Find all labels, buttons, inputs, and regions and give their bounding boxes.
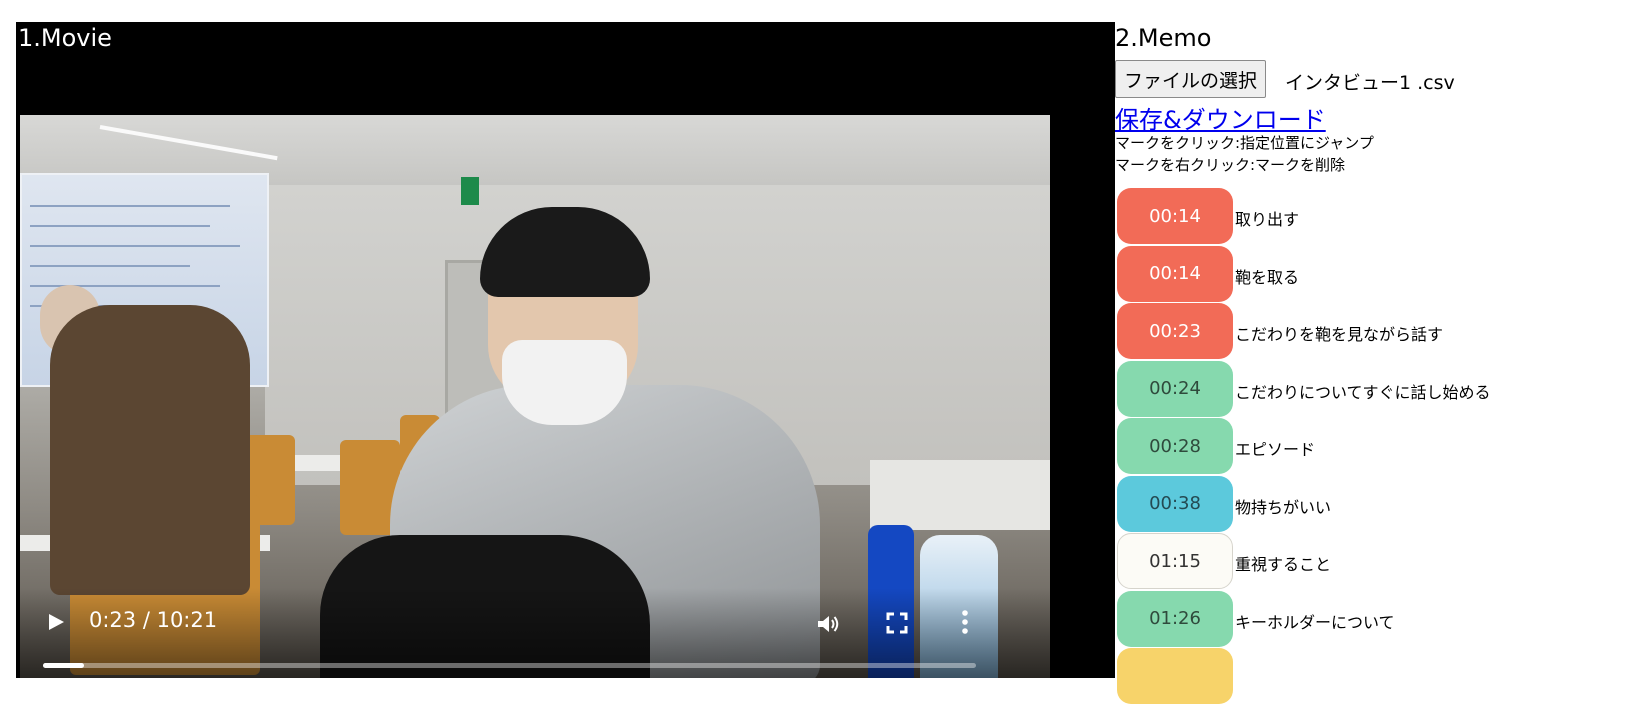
memo-panel: 2.Memo ファイルの選択 インタビュー1 .csv 保存&ダウンロード マー… <box>1115 22 1615 704</box>
fullscreen-icon[interactable] <box>886 612 908 634</box>
mark-row: 00:14 取り出す <box>1117 188 1597 244</box>
mark-time-button[interactable]: 01:15 <box>1117 533 1233 589</box>
mark-label: キーホルダーについて <box>1235 612 1395 632</box>
seek-bar[interactable] <box>43 663 976 668</box>
volume-icon[interactable] <box>816 612 840 636</box>
mark-time-button[interactable]: 00:38 <box>1117 475 1233 532</box>
seek-bar-progress <box>43 663 85 668</box>
mark-row <box>1117 648 1597 704</box>
mark-time-button[interactable]: 00:14 <box>1117 245 1233 302</box>
movie-panel: 1.Movie 0:23 / 10:21 <box>16 22 1115 678</box>
mark-label: こだわりについてすぐに話し始める <box>1235 382 1491 402</box>
mark-row: 00:14 鞄を取る <box>1117 245 1597 302</box>
mark-label: エピソード <box>1235 440 1316 459</box>
selected-file-name: インタビュー1 .csv <box>1285 72 1455 94</box>
help-text-click: マークをクリック:指定位置にジャンプ <box>1115 134 1374 152</box>
mark-label: 重視すること <box>1235 555 1332 574</box>
mark-time-button[interactable]: 00:28 <box>1117 418 1233 474</box>
memo-title: 2.Memo <box>1115 24 1212 52</box>
mark-time-button[interactable]: 00:24 <box>1117 360 1233 417</box>
video-frame-exit-sign <box>461 177 479 205</box>
video-frame-background-person <box>50 305 250 595</box>
video-frame-desk <box>870 460 1050 530</box>
mark-row: 00:23 こだわりを鞄を見ながら話す <box>1117 303 1597 359</box>
mark-label: 鞄を取る <box>1235 267 1300 287</box>
movie-title: 1.Movie <box>18 24 112 52</box>
mark-row: 00:24 こだわりについてすぐに話し始める <box>1117 360 1597 417</box>
mark-row: 01:15 重視すること <box>1117 533 1597 589</box>
mark-label: こだわりを鞄を見ながら話す <box>1235 325 1444 344</box>
help-text-right-click: マークを右クリック:マークを削除 <box>1115 156 1346 174</box>
video-frame-person-mask <box>502 340 627 425</box>
video-controls: 0:23 / 10:21 <box>20 588 1050 678</box>
mark-time-button[interactable]: 00:14 <box>1117 188 1233 244</box>
mark-label: 物持ちがいい <box>1235 497 1332 517</box>
play-icon[interactable] <box>46 612 66 632</box>
mark-time-button[interactable]: 01:26 <box>1117 590 1233 647</box>
mark-time-button[interactable] <box>1117 648 1233 704</box>
video-time-display: 0:23 / 10:21 <box>89 608 218 632</box>
save-download-link[interactable]: 保存&ダウンロード <box>1115 100 1326 135</box>
more-options-icon[interactable] <box>960 608 970 636</box>
video-player[interactable]: 0:23 / 10:21 <box>20 115 1050 678</box>
mark-row: 01:26 キーホルダーについて <box>1117 590 1597 647</box>
mark-time-button[interactable]: 00:23 <box>1117 303 1233 359</box>
mark-row: 00:38 物持ちがいい <box>1117 475 1597 532</box>
file-select-button[interactable]: ファイルの選択 <box>1115 60 1267 98</box>
mark-row: 00:28 エピソード <box>1117 418 1597 474</box>
mark-label: 取り出す <box>1235 210 1300 229</box>
